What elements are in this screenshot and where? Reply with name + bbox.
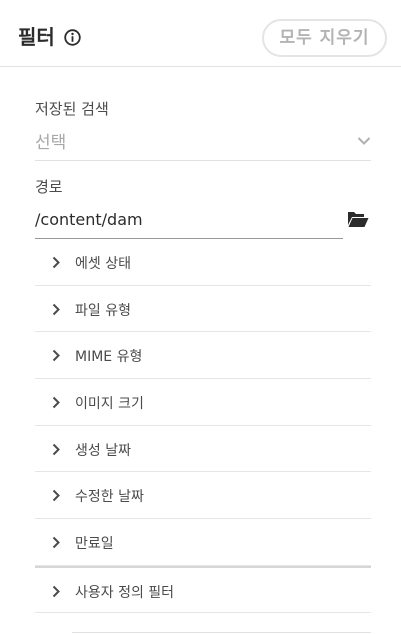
filter-item-label: 에셋 상태 [75, 256, 131, 272]
filter-item[interactable]: 파일 유형 [35, 286, 371, 333]
filter-item[interactable]: 만료일 [35, 519, 371, 566]
page-title: 필터 [18, 25, 55, 49]
clear-all-button[interactable]: 모두 지우기 [262, 19, 387, 57]
chevron-right-icon [52, 443, 60, 455]
filter-header: 필터 모두 지우기 [0, 0, 401, 67]
filter-item[interactable]: 이미지 크기 [35, 379, 371, 426]
filter-item[interactable]: 사용자 정의 필터 [35, 565, 371, 613]
filter-item-label: 사용자 정의 필터 [75, 584, 175, 601]
chevron-right-icon [52, 396, 60, 409]
folder-open-icon[interactable] [347, 210, 369, 228]
saved-search-value: 선택 [35, 133, 67, 153]
path-input[interactable] [35, 200, 343, 239]
chevron-right-icon [52, 303, 60, 315]
filter-item[interactable]: 에셋 상태 [35, 239, 371, 286]
chevron-right-icon [52, 536, 60, 549]
filter-list: 에셋 상태파일 유형 MIME 유형이미지 크기생성 날짜수정한 날짜만료일사용자… [35, 239, 371, 613]
chevron-right-icon [52, 490, 60, 502]
filter-item-label: 만료일 [75, 536, 114, 553]
saved-search-label: 저장된 검색 [35, 100, 109, 118]
filter-item-label: 파일 유형 [75, 302, 131, 319]
chevron-right-icon [52, 585, 60, 598]
filter-item-label: MIME 유형 [75, 349, 143, 366]
filter-item[interactable]: 생성 날짜 [35, 426, 371, 473]
filter-item-label: 이미지 크기 [75, 396, 144, 413]
saved-search-select[interactable]: 선택 [35, 120, 371, 161]
path-label: 경로 [35, 178, 63, 196]
divider [72, 632, 371, 633]
filter-item[interactable]: 수정한 날짜 [35, 472, 371, 520]
filter-item-label: 수정한 날짜 [75, 489, 144, 506]
filter-item-label: 생성 날짜 [75, 442, 131, 459]
info-icon[interactable] [64, 29, 81, 46]
chevron-right-icon [52, 350, 60, 362]
filter-item[interactable]: MIME 유형 [35, 332, 371, 380]
chevron-down-icon [357, 137, 371, 145]
chevron-right-icon [52, 256, 60, 269]
